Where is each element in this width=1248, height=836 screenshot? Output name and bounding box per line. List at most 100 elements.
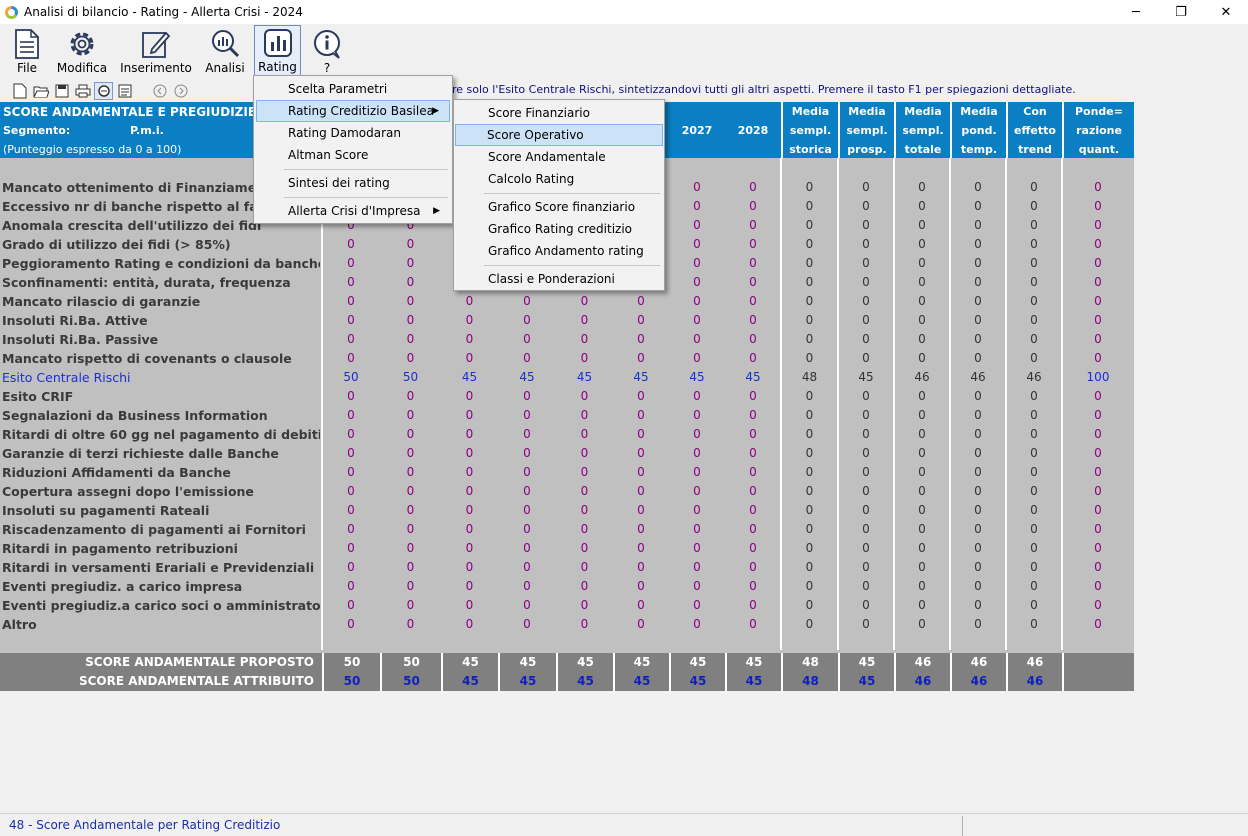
table-cell[interactable]: 0: [1062, 463, 1134, 482]
menu-item-rating-basilea[interactable]: Rating Creditizio Basilea ▶: [256, 100, 450, 122]
table-cell[interactable]: 0: [950, 406, 1006, 425]
table-cell[interactable]: 0: [1062, 197, 1134, 216]
table-cell[interactable]: 0: [556, 425, 613, 444]
table-cell[interactable]: 0: [669, 615, 725, 634]
table-cell[interactable]: 0: [380, 577, 441, 596]
row-label[interactable]: Esito CRIF: [2, 387, 320, 406]
table-cell[interactable]: 0: [322, 577, 380, 596]
table-cell[interactable]: 0: [950, 178, 1006, 197]
table-cell[interactable]: 0: [725, 216, 781, 235]
table-cell[interactable]: 0: [950, 596, 1006, 615]
row-label[interactable]: Riduzioni Affidamenti da Banche: [2, 463, 320, 482]
table-cell[interactable]: 0: [498, 520, 556, 539]
back-icon[interactable]: [150, 82, 169, 100]
table-cell[interactable]: 0: [1062, 444, 1134, 463]
summary-cell[interactable]: 45: [669, 672, 725, 691]
summary-cell[interactable]: 45: [441, 653, 498, 672]
table-cell[interactable]: 46: [1006, 368, 1062, 387]
table-cell[interactable]: 0: [498, 558, 556, 577]
row-label[interactable]: Ritardi in pagamento retribuzioni: [2, 539, 320, 558]
table-cell[interactable]: 0: [838, 349, 894, 368]
table-cell[interactable]: 0: [380, 444, 441, 463]
summary-cell[interactable]: 48: [781, 672, 838, 691]
table-cell[interactable]: 0: [838, 197, 894, 216]
menu-item-rating-damodaran[interactable]: Rating Damodaran: [256, 122, 450, 144]
save-icon[interactable]: [52, 82, 71, 100]
table-cell[interactable]: 0: [441, 406, 498, 425]
table-cell[interactable]: 0: [322, 539, 380, 558]
table-cell[interactable]: 0: [950, 520, 1006, 539]
table-cell[interactable]: 0: [380, 615, 441, 634]
table-cell[interactable]: 0: [441, 615, 498, 634]
table-cell[interactable]: 0: [322, 558, 380, 577]
table-cell[interactable]: 0: [380, 387, 441, 406]
table-cell[interactable]: 0: [1062, 539, 1134, 558]
table-cell[interactable]: 0: [781, 596, 838, 615]
row-label[interactable]: Sconfinamenti: entità, durata, frequenza: [2, 273, 320, 292]
summary-cell[interactable]: 46: [894, 672, 950, 691]
table-cell[interactable]: 0: [1006, 444, 1062, 463]
table-cell[interactable]: 0: [781, 273, 838, 292]
ribbon-analisi-button[interactable]: Analisi: [203, 27, 247, 77]
table-cell[interactable]: 0: [894, 501, 950, 520]
table-cell[interactable]: 0: [498, 539, 556, 558]
table-cell[interactable]: 0: [556, 349, 613, 368]
table-cell[interactable]: 0: [1006, 539, 1062, 558]
table-cell[interactable]: 0: [1006, 273, 1062, 292]
table-cell[interactable]: 0: [781, 197, 838, 216]
table-cell[interactable]: 0: [838, 444, 894, 463]
table-cell[interactable]: 0: [1062, 349, 1134, 368]
table-cell[interactable]: 0: [1062, 273, 1134, 292]
table-cell[interactable]: 0: [725, 330, 781, 349]
table-cell[interactable]: 0: [380, 596, 441, 615]
table-cell[interactable]: 0: [781, 254, 838, 273]
table-cell[interactable]: 0: [950, 425, 1006, 444]
menu-item-score-operativo[interactable]: Score Operativo: [455, 124, 663, 146]
ribbon-modifica-button[interactable]: Modifica: [56, 27, 108, 77]
row-label[interactable]: Esito Centrale Rischi: [2, 368, 320, 387]
table-cell[interactable]: 0: [725, 292, 781, 311]
table-cell[interactable]: 0: [556, 558, 613, 577]
table-cell[interactable]: 0: [1062, 425, 1134, 444]
table-cell[interactable]: 0: [1062, 482, 1134, 501]
row-label[interactable]: Riscadenzamento di pagamenti ai Fornitor…: [2, 520, 320, 539]
table-cell[interactable]: 0: [950, 311, 1006, 330]
table-cell[interactable]: 0: [1006, 216, 1062, 235]
table-cell[interactable]: 0: [613, 520, 669, 539]
table-cell[interactable]: 0: [1062, 292, 1134, 311]
table-cell[interactable]: 0: [1006, 425, 1062, 444]
table-cell[interactable]: 0: [950, 292, 1006, 311]
table-cell[interactable]: 0: [669, 463, 725, 482]
table-cell[interactable]: 0: [1006, 501, 1062, 520]
table-cell[interactable]: 0: [1006, 178, 1062, 197]
ribbon-rating-button[interactable]: Rating: [254, 25, 301, 78]
table-cell[interactable]: 0: [498, 292, 556, 311]
summary-cell[interactable]: 48: [781, 653, 838, 672]
table-cell[interactable]: 0: [498, 501, 556, 520]
table-cell[interactable]: 0: [669, 292, 725, 311]
table-cell[interactable]: 0: [725, 596, 781, 615]
summary-cell[interactable]: 45: [838, 653, 894, 672]
table-cell[interactable]: 0: [1006, 197, 1062, 216]
table-cell[interactable]: 0: [838, 273, 894, 292]
table-cell[interactable]: 0: [380, 463, 441, 482]
table-cell[interactable]: 0: [556, 311, 613, 330]
menu-item-classi-ponderazioni[interactable]: Classi e Ponderazioni: [456, 268, 662, 290]
summary-cell[interactable]: [1062, 653, 1134, 672]
table-cell[interactable]: 0: [950, 349, 1006, 368]
table-cell[interactable]: 0: [441, 520, 498, 539]
table-cell[interactable]: 100: [1062, 368, 1134, 387]
table-cell[interactable]: 0: [441, 482, 498, 501]
table-cell[interactable]: 0: [894, 178, 950, 197]
table-cell[interactable]: 0: [441, 292, 498, 311]
print-icon[interactable]: [73, 82, 92, 100]
table-cell[interactable]: 0: [894, 577, 950, 596]
table-cell[interactable]: 0: [613, 615, 669, 634]
menu-item-score-finanziario[interactable]: Score Finanziario: [456, 102, 662, 124]
table-cell[interactable]: 0: [838, 520, 894, 539]
table-cell[interactable]: 0: [781, 292, 838, 311]
table-cell[interactable]: 0: [613, 596, 669, 615]
table-cell[interactable]: 0: [838, 501, 894, 520]
table-cell[interactable]: 0: [613, 501, 669, 520]
table-cell[interactable]: 0: [781, 235, 838, 254]
